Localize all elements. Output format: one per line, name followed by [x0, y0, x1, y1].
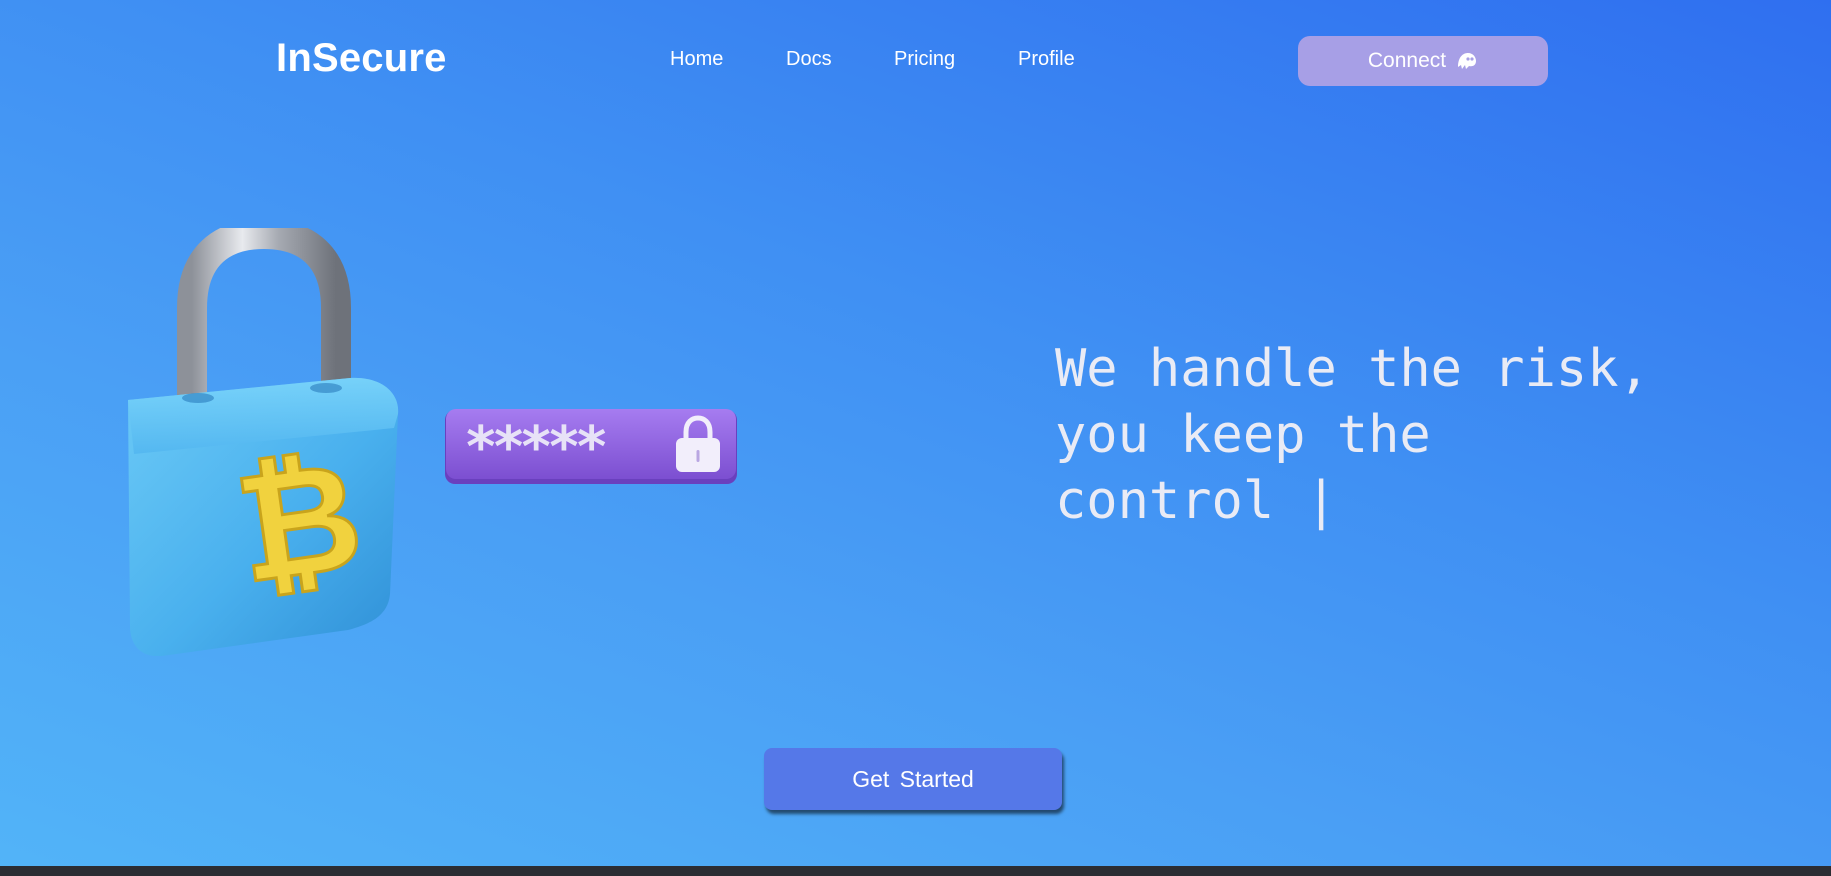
connect-label: Connect: [1367, 49, 1447, 72]
password-mask: *****: [464, 415, 606, 480]
password-field-illustration: *****: [444, 408, 738, 486]
nav-profile-link[interactable]: Profile: [1018, 48, 1075, 71]
nav-pricing-link[interactable]: Pricing: [894, 48, 955, 71]
get-started-button[interactable]: Get Started: [764, 748, 1062, 810]
nav-home-link[interactable]: Home: [670, 48, 723, 71]
ghost-icon: [1456, 51, 1478, 71]
bitcoin-padlock-illustration: ₿: [118, 218, 408, 657]
hero-headline: We handle the risk, you keep the control…: [1055, 339, 1650, 531]
nav-docs-link[interactable]: Docs: [786, 48, 832, 71]
bitcoin-symbol: ₿: [227, 428, 372, 617]
connect-button[interactable]: Connect: [1298, 36, 1548, 86]
bottom-bar: [0, 866, 1831, 876]
main-nav: Home Docs Pricing Profile: [0, 48, 1831, 74]
